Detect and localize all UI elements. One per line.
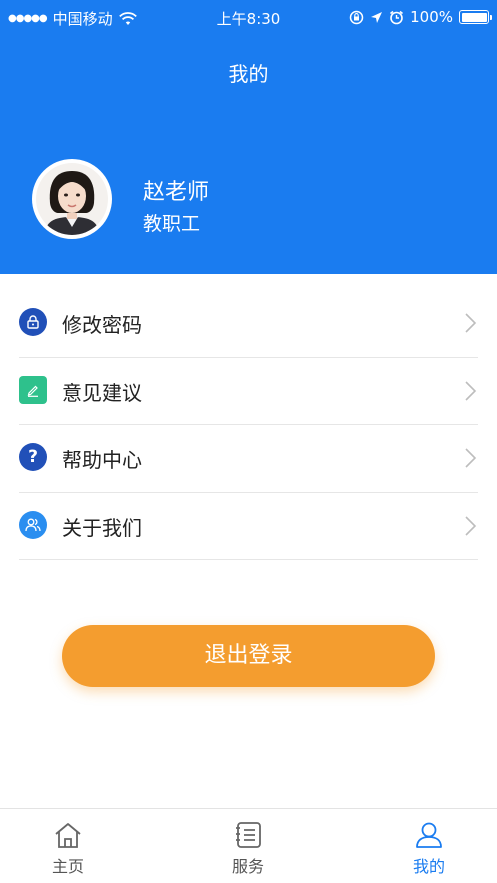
logout-button[interactable]: 退出登录	[62, 625, 435, 687]
help-icon: ?	[19, 443, 47, 471]
chevron-right-icon	[465, 380, 477, 401]
user-role: 教职工	[143, 213, 201, 235]
service-icon	[236, 822, 261, 848]
tab-service[interactable]: 服务	[188, 809, 308, 883]
menu-item-change-password[interactable]: 修改密码	[19, 290, 478, 358]
tab-label: 我的	[412, 857, 445, 876]
tab-mine[interactable]: 我的	[369, 809, 489, 883]
menu-item-label: 帮助中心	[62, 448, 142, 472]
alarm-icon	[390, 10, 404, 24]
menu-item-label: 关于我们	[62, 515, 142, 540]
edit-icon	[19, 375, 47, 404]
menu-item-help-center[interactable]: ? 帮助中心	[19, 425, 478, 493]
menu-item-about-us[interactable]: 关于我们	[19, 493, 478, 560]
battery-icon	[459, 10, 492, 24]
tab-label: 主页	[51, 857, 84, 876]
status-bar: ●●●●● 中国移动 上午8:30 100%	[0, 0, 497, 36]
lock-icon	[19, 308, 47, 336]
chevron-right-icon	[465, 448, 477, 468]
menu-item-label: 意见建议	[62, 380, 142, 405]
settings-menu: 修改密码 意见建议 ? 帮助中心 关于我们	[0, 290, 497, 560]
chevron-right-icon	[465, 515, 477, 536]
rotation-lock-icon	[349, 10, 364, 24]
chevron-right-icon	[465, 313, 477, 333]
profile-header: ●●●●● 中国移动 上午8:30 100% 我的 赵老师 教职工	[0, 0, 497, 274]
profile-icon	[416, 822, 442, 848]
avatar[interactable]	[32, 159, 112, 239]
people-icon	[19, 510, 47, 539]
bottom-tab-bar: 主页 服务 我的	[0, 808, 497, 883]
menu-item-label: 修改密码	[62, 313, 142, 337]
user-name: 赵老师	[143, 180, 210, 205]
home-icon	[55, 823, 81, 848]
tab-home[interactable]: 主页	[8, 809, 128, 883]
tab-label: 服务	[231, 857, 264, 876]
battery-percent: 100%	[410, 8, 453, 26]
location-icon	[371, 11, 383, 23]
page-title: 我的	[228, 62, 269, 86]
menu-item-feedback[interactable]: 意见建议	[19, 358, 478, 425]
